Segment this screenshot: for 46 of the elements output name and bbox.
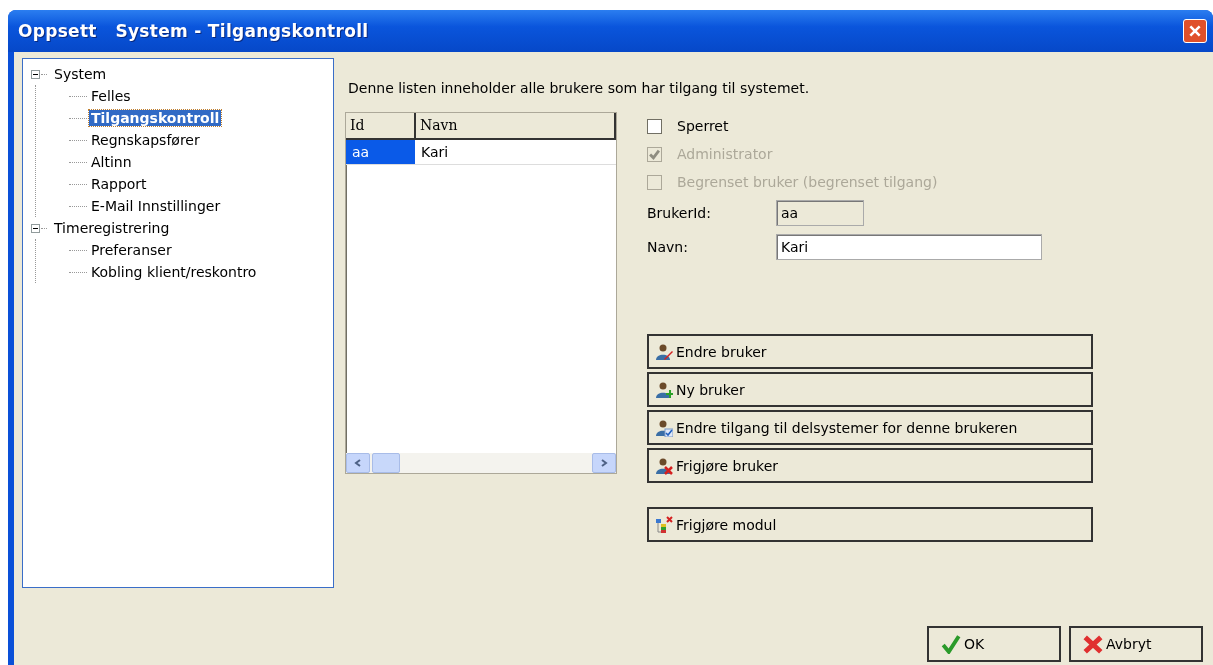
- field-label: Navn:: [647, 239, 689, 255]
- action-button[interactable]: Frigjøre bruker: [647, 448, 1093, 483]
- input-field[interactable]: Kari: [776, 234, 1042, 260]
- checkbox-label: Administrator: [677, 146, 773, 162]
- ok-button[interactable]: OK: [927, 626, 1061, 662]
- user-plus-icon: [655, 380, 673, 399]
- module-cross-icon: [655, 515, 673, 534]
- scroll-right-button[interactable]: [592, 453, 616, 473]
- cancel-button[interactable]: Avbryt: [1069, 626, 1203, 662]
- user-cross-icon: [655, 456, 673, 475]
- scroll-thumb[interactable]: [372, 453, 400, 473]
- tree-item[interactable]: Timeregistrering: [52, 220, 172, 236]
- user-pencil-icon: [655, 342, 673, 361]
- column-header[interactable]: Navn: [416, 113, 616, 138]
- horizontal-scrollbar[interactable]: [346, 453, 616, 473]
- close-icon: [1188, 24, 1202, 38]
- field-label: BrukerId:: [647, 205, 712, 221]
- scroll-left-button[interactable]: [346, 453, 370, 473]
- check-icon: [649, 148, 660, 160]
- tree-item[interactable]: Tilgangskontroll: [89, 110, 222, 126]
- close-button[interactable]: [1183, 19, 1207, 43]
- tree-item[interactable]: System: [52, 66, 109, 82]
- table-cell[interactable]: aa: [346, 140, 415, 164]
- checkmark-icon: [941, 634, 961, 654]
- description-text: Denne listen inneholder alle brukere som har tilgang til systemet.: [348, 80, 811, 96]
- action-button[interactable]: Endre bruker: [647, 334, 1093, 369]
- user-checkbox-icon: [655, 418, 673, 437]
- table-cell[interactable]: Kari: [415, 140, 616, 164]
- tree-item[interactable]: Kobling klient/reskontro: [89, 264, 259, 280]
- tree-item[interactable]: Altinn: [89, 154, 134, 170]
- collapse-icon[interactable]: [31, 223, 40, 233]
- checkbox-label: Sperret: [677, 118, 729, 134]
- tree-item[interactable]: Felles: [89, 88, 133, 104]
- cross-icon: [1083, 634, 1103, 654]
- tree-item[interactable]: Preferanser: [89, 242, 174, 258]
- action-button[interactable]: Frigjøre modul: [647, 507, 1093, 542]
- checkbox-label: Begrenset bruker (begrenset tilgang): [677, 174, 938, 190]
- column-header[interactable]: Id: [346, 113, 416, 138]
- tree-item[interactable]: E-Mail Innstillinger: [89, 198, 223, 214]
- collapse-icon[interactable]: [31, 69, 40, 79]
- action-button[interactable]: Endre tilgang til delsystemer for denne brukeren: [647, 410, 1093, 445]
- action-button[interactable]: Ny bruker: [647, 372, 1093, 407]
- window-title: Oppsett System - Tilgangskontroll: [18, 21, 369, 41]
- checkbox[interactable]: [647, 118, 662, 134]
- tree-item[interactable]: Regnskapsfører: [89, 132, 202, 148]
- tree-item[interactable]: Rapport: [89, 176, 149, 192]
